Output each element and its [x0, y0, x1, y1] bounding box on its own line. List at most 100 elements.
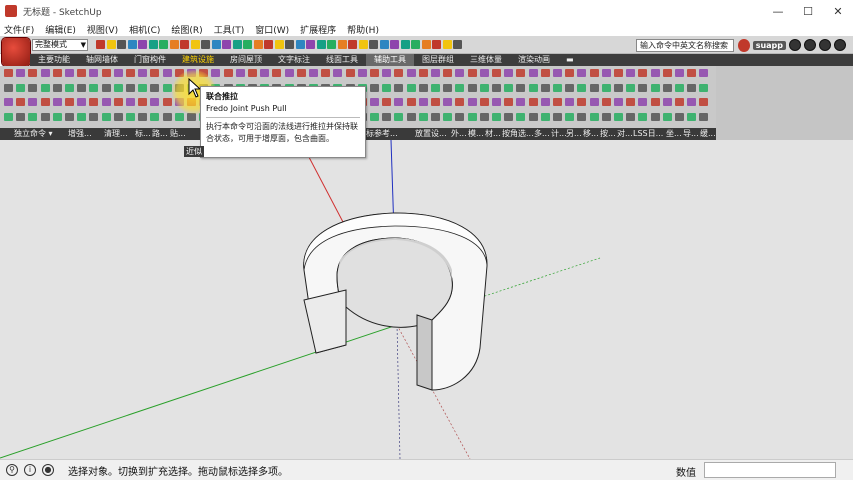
- ribbon-tool-icon[interactable]: [101, 69, 111, 77]
- measurements-input[interactable]: [704, 462, 836, 478]
- group-label-model[interactable]: 模...: [468, 128, 484, 140]
- ribbon-tool-icon[interactable]: [650, 69, 660, 77]
- ribbon-tool-icon[interactable]: [126, 83, 135, 92]
- geo-location-icon[interactable]: ⚲: [6, 464, 18, 476]
- ribbon-tool-icon[interactable]: [479, 69, 489, 77]
- ribbon-tool-icon[interactable]: [333, 69, 343, 77]
- toolbar-tool-icon[interactable]: [327, 40, 336, 49]
- ribbon-tool-icon[interactable]: [4, 98, 13, 106]
- menu-tools[interactable]: 工具(T): [214, 23, 245, 36]
- ribbon-tool-icon[interactable]: [589, 83, 599, 92]
- ribbon-tool-icon[interactable]: [504, 69, 514, 77]
- ribbon-tool-icon[interactable]: [162, 83, 172, 92]
- ribbon-tool-icon[interactable]: [418, 69, 428, 77]
- ribbon-tool-icon[interactable]: [540, 98, 550, 106]
- ribbon-tool-icon[interactable]: [16, 112, 26, 121]
- ribbon-tool-icon[interactable]: [516, 112, 526, 121]
- ribbon-tool-icon[interactable]: [113, 83, 123, 92]
- ribbon-tool-icon[interactable]: [40, 69, 50, 77]
- menu-window[interactable]: 窗口(W): [255, 23, 289, 36]
- ribbon-tool-icon[interactable]: [443, 83, 453, 92]
- ribbon-tool-icon[interactable]: [528, 112, 538, 121]
- menu-camera[interactable]: 相机(C): [129, 23, 160, 36]
- ribbon-tool-icon[interactable]: [626, 69, 636, 77]
- ribbon-tool-icon[interactable]: [687, 83, 697, 92]
- ribbon-tool-icon[interactable]: [687, 112, 697, 121]
- ribbon-tool-icon[interactable]: [418, 98, 428, 106]
- ribbon-tool-icon[interactable]: [675, 69, 684, 77]
- credits-info-icon[interactable]: i: [24, 464, 36, 476]
- ribbon-tool-icon[interactable]: [77, 69, 87, 77]
- ribbon-tool-icon[interactable]: [370, 83, 379, 92]
- ribbon-tool-icon[interactable]: [528, 83, 538, 92]
- ribbon-tool-icon[interactable]: [443, 98, 453, 106]
- ribbon-tool-icon[interactable]: [516, 98, 526, 106]
- menu-draw[interactable]: 绘图(R): [171, 23, 202, 36]
- ribbon-tool-icon[interactable]: [638, 98, 648, 106]
- ribbon-tool-icon[interactable]: [77, 98, 87, 106]
- ribbon-tool-icon[interactable]: [650, 83, 660, 92]
- tab-auxiliary-tools[interactable]: 辅助工具: [366, 54, 414, 66]
- ribbon-tool-icon[interactable]: [601, 112, 611, 121]
- tab-doors-windows[interactable]: 门窗构件: [126, 54, 174, 66]
- ribbon-tool-icon[interactable]: [479, 112, 489, 121]
- ribbon-tool-icon[interactable]: [16, 98, 26, 106]
- group-label-clean[interactable]: 清理...: [104, 128, 128, 140]
- tab-more-icon[interactable]: ▬: [558, 54, 582, 66]
- ribbon-tool-icon[interactable]: [589, 112, 599, 121]
- user-account-icon[interactable]: ●: [42, 464, 54, 476]
- ribbon-tool-icon[interactable]: [577, 98, 587, 106]
- ribbon-tool-icon[interactable]: [394, 69, 404, 77]
- ribbon-tool-icon[interactable]: [601, 69, 611, 77]
- ribbon-tool-icon[interactable]: [357, 69, 367, 77]
- ribbon-tool-icon[interactable]: [431, 98, 440, 106]
- toolbar-tool-icon[interactable]: [211, 40, 221, 49]
- ribbon-tool-icon[interactable]: [516, 69, 526, 77]
- ribbon-tool-icon[interactable]: [540, 69, 550, 77]
- ribbon-tool-icon[interactable]: [223, 69, 233, 77]
- ribbon-tool-icon[interactable]: [296, 69, 306, 77]
- ribbon-tool-icon[interactable]: [528, 98, 538, 106]
- ribbon-tool-icon[interactable]: [431, 112, 440, 121]
- ribbon-tool-icon[interactable]: [638, 112, 648, 121]
- ribbon-tool-icon[interactable]: [138, 83, 148, 92]
- ribbon-tool-icon[interactable]: [504, 98, 514, 106]
- toolbar-tool-icon[interactable]: [400, 40, 410, 49]
- group-label-enhance[interactable]: 增强...: [68, 128, 92, 140]
- ribbon-tool-icon[interactable]: [492, 112, 501, 121]
- group-label-coord[interactable]: 坐...: [666, 128, 682, 140]
- mode-select[interactable]: 完整模式 ▼: [32, 39, 88, 51]
- ribbon-tool-icon[interactable]: [443, 112, 453, 121]
- ribbon-tool-icon[interactable]: [675, 83, 684, 92]
- ribbon-tool-icon[interactable]: [565, 98, 575, 106]
- group-label-export[interactable]: 导...: [683, 128, 699, 140]
- ribbon-tool-icon[interactable]: [4, 112, 13, 121]
- ribbon-tool-icon[interactable]: [162, 69, 172, 77]
- toolbar-tool-icon[interactable]: [243, 40, 252, 49]
- tab-grid-walls[interactable]: 轴网墙体: [78, 54, 126, 66]
- group-label-align[interactable]: 对...: [617, 128, 633, 140]
- ribbon-tool-icon[interactable]: [418, 112, 428, 121]
- ribbon-tool-icon[interactable]: [40, 112, 50, 121]
- toolbar-tool-icon[interactable]: [348, 40, 357, 49]
- ribbon-tool-icon[interactable]: [455, 83, 465, 92]
- toolbar-tool-icon[interactable]: [379, 40, 389, 49]
- ribbon-tool-icon[interactable]: [394, 98, 404, 106]
- ribbon-tool-icon[interactable]: [614, 83, 623, 92]
- ribbon-tool-icon[interactable]: [662, 69, 672, 77]
- ribbon-tool-icon[interactable]: [345, 69, 355, 77]
- ribbon-tool-icon[interactable]: [565, 69, 575, 77]
- toolbar-tool-icon[interactable]: [421, 40, 431, 49]
- ribbon-tool-icon[interactable]: [553, 69, 562, 77]
- ribbon-tool-icon[interactable]: [101, 112, 111, 121]
- ribbon-tool-icon[interactable]: [89, 98, 99, 106]
- group-label-standalone[interactable]: 独立命令 ▾: [14, 128, 53, 140]
- ribbon-tool-icon[interactable]: [553, 98, 562, 106]
- ribbon-tool-icon[interactable]: [138, 98, 148, 106]
- ribbon-tool-icon[interactable]: [626, 112, 636, 121]
- ribbon-tool-icon[interactable]: [65, 69, 74, 77]
- group-label-move[interactable]: 移...: [583, 128, 599, 140]
- ribbon-tool-icon[interactable]: [40, 83, 50, 92]
- toolbar-tool-icon[interactable]: [138, 40, 147, 49]
- ribbon-tool-icon[interactable]: [126, 112, 135, 121]
